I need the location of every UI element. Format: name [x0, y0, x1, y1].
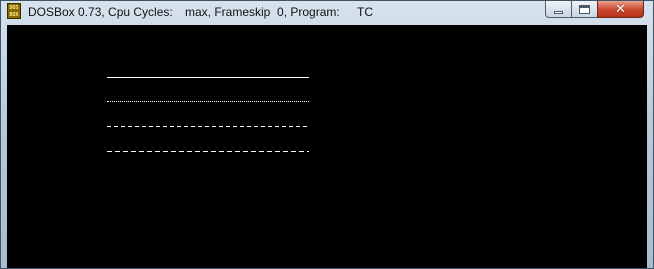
minimize-icon: [554, 10, 563, 14]
dos-screen[interactable]: [7, 25, 647, 268]
close-button[interactable]: ✕: [597, 1, 644, 18]
dotted-line: [107, 101, 309, 102]
dosbox-app-icon[interactable]: DOS BOX: [7, 3, 21, 19]
window-title-app: DOSBox 0.73, Cpu Cycles:: [28, 5, 173, 19]
dashed-line: [107, 126, 309, 127]
maximize-button[interactable]: [571, 1, 598, 18]
window-title-cycles: max, Frameskip 0, Program:: [185, 5, 340, 19]
solid-line: [107, 77, 309, 78]
window-title-program: TC: [357, 5, 373, 19]
minimize-button[interactable]: [545, 1, 572, 18]
close-icon: ✕: [615, 1, 626, 17]
dashed-line-long: [107, 151, 309, 152]
dosbox-window: DOS BOX DOSBox 0.73, Cpu Cycles: max, Fr…: [0, 0, 654, 269]
title-bar[interactable]: DOS BOX DOSBox 0.73, Cpu Cycles: max, Fr…: [1, 1, 653, 25]
maximize-icon: [579, 4, 590, 14]
